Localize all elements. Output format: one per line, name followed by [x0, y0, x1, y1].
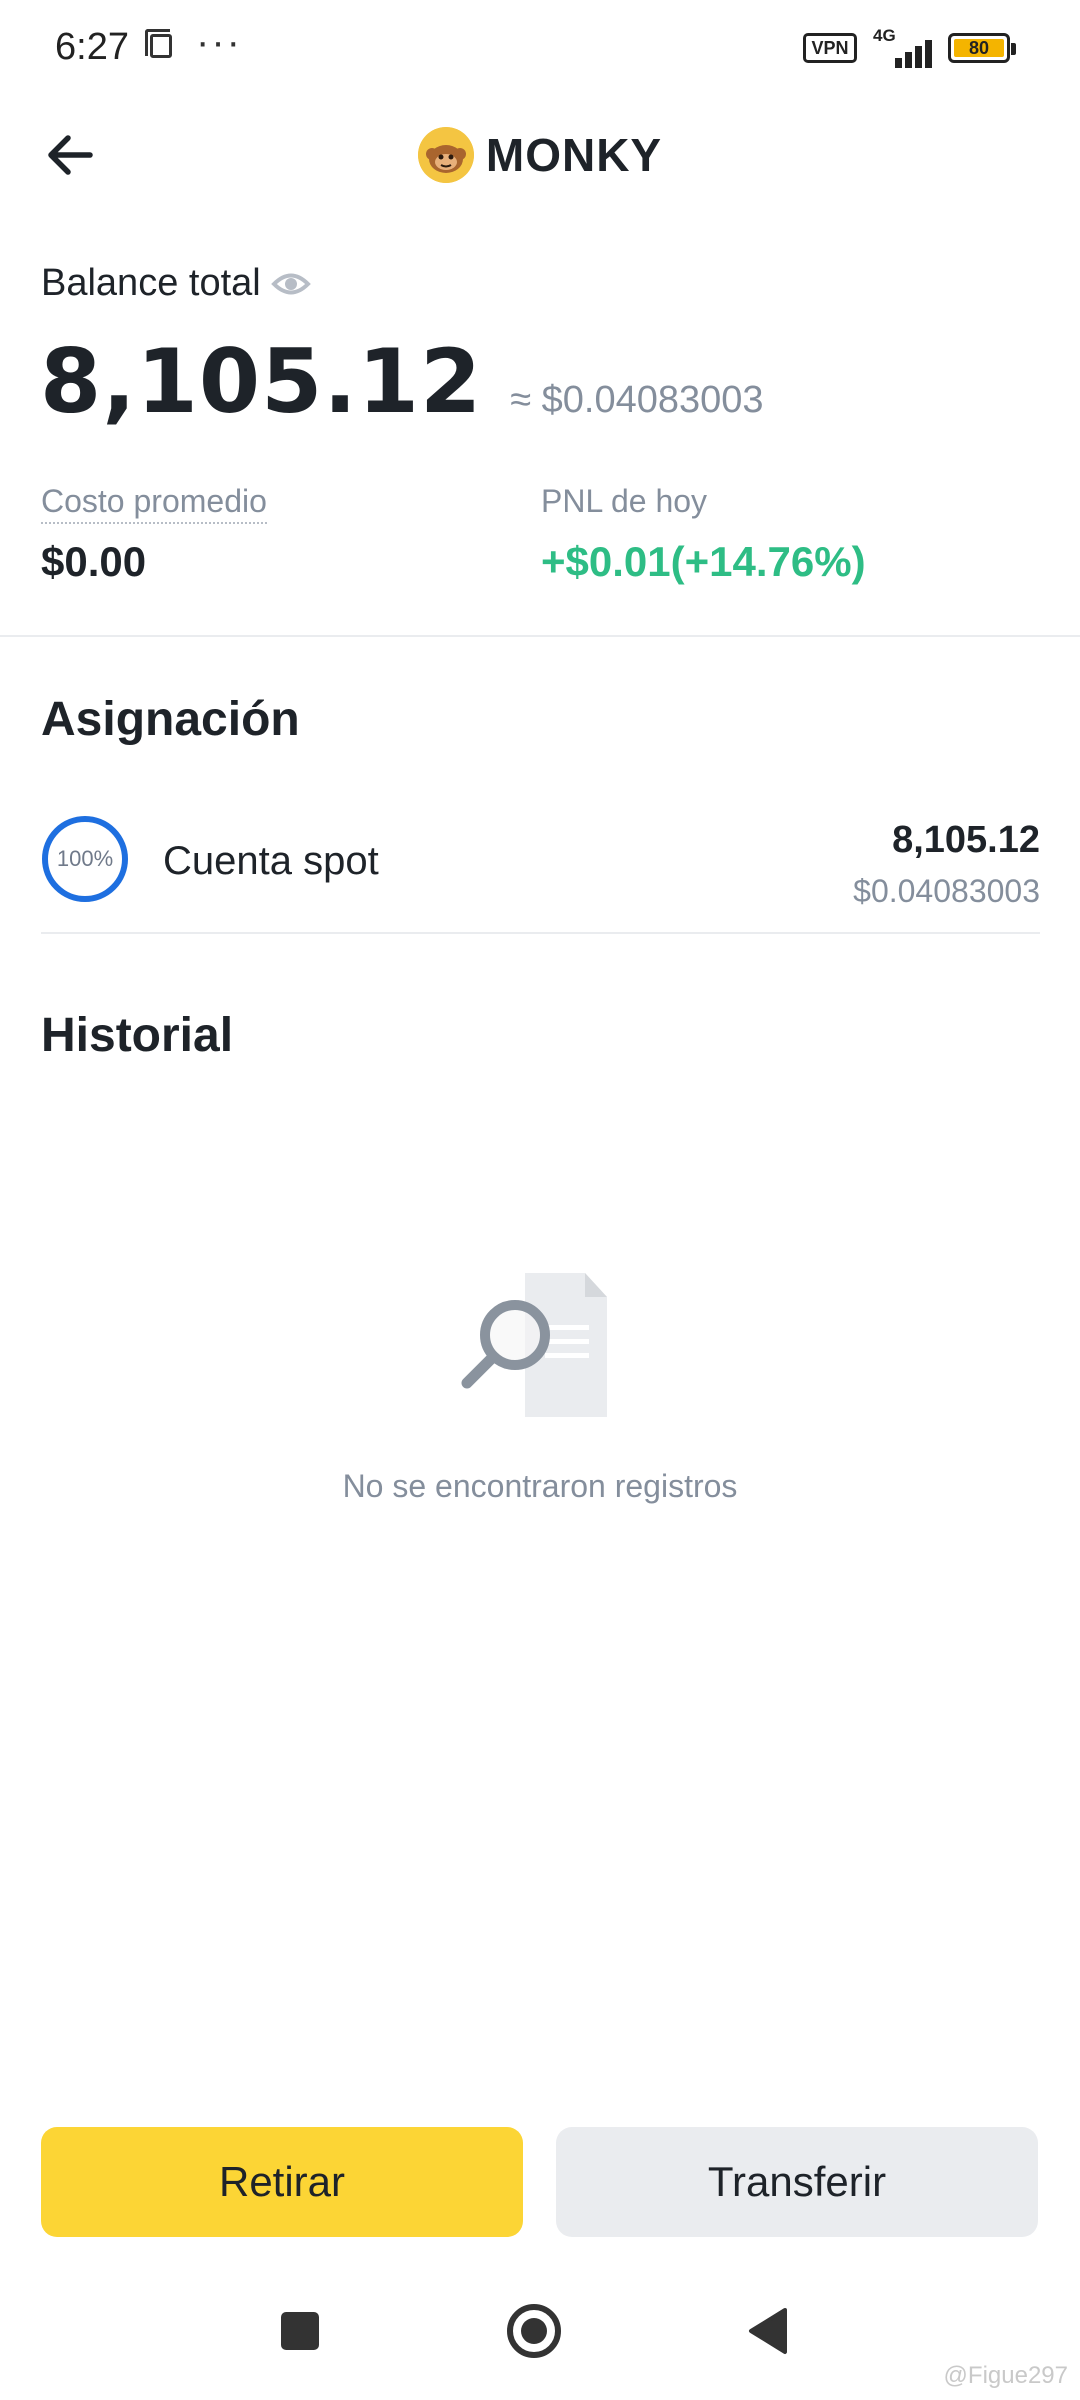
eye-icon[interactable]	[270, 269, 311, 299]
system-back-button[interactable]	[745, 2306, 789, 2356]
allocation-fiat-value: $0.04083003	[853, 873, 1040, 909]
balance-label-row: Balance total	[41, 262, 311, 305]
avg-cost-label[interactable]: Costo promedio	[41, 483, 267, 524]
status-bar: 6:27 ··· VPN 4G 80	[0, 0, 1080, 100]
withdraw-button[interactable]: Retirar	[41, 2127, 523, 2237]
home-button[interactable]	[507, 2304, 561, 2358]
empty-state-text: No se encontraron registros	[342, 1468, 738, 1504]
allocation-title: Asignación	[41, 693, 300, 746]
monkey-coin-logo-icon	[417, 127, 474, 183]
recent-apps-button[interactable]	[281, 2312, 319, 2350]
allocation-row-spot[interactable]: 100% Cuenta spot 8,105.12 $0.04083003	[41, 805, 1040, 915]
page-title: MONKY	[0, 120, 1080, 190]
history-title: Historial	[41, 1009, 234, 1062]
more-notifications-icon: ···	[196, 20, 242, 64]
empty-records-icon	[461, 1273, 607, 1417]
copy-notification-icon	[145, 29, 172, 58]
coin-name: MONKY	[485, 129, 663, 181]
balance-row: 8,105.12 ≈ $0.04083003	[40, 330, 764, 433]
battery-level: 80	[954, 39, 1004, 57]
balance-label: Balance total	[41, 262, 261, 304]
vpn-badge: VPN	[803, 33, 857, 63]
signal-icon: 4G	[871, 26, 935, 68]
status-time: 6:27	[55, 26, 129, 68]
allocation-amount: 8,105.12	[892, 819, 1040, 861]
balance-fiat-value: ≈ $0.04083003	[510, 379, 764, 421]
row-divider	[41, 932, 1040, 934]
allocation-percent: 100%	[56, 846, 114, 871]
balance-amount: 8,105.12	[40, 330, 483, 433]
avg-cost-value: $0.00	[41, 538, 147, 585]
network-type: 4G	[873, 26, 896, 45]
transfer-button[interactable]: Transferir	[556, 2127, 1038, 2237]
allocation-account-name: Cuenta spot	[163, 839, 379, 883]
asset-detail-page: 6:27 ··· VPN 4G 80 MONKY Balance total 8…	[0, 0, 1080, 2400]
watermark: @Figue297	[943, 2362, 1068, 2389]
section-divider	[0, 635, 1080, 637]
pnl-value: +$0.01(+14.76%)	[541, 538, 866, 585]
battery-icon: 80	[948, 33, 1016, 63]
pnl-label: PNL de hoy	[541, 483, 708, 519]
